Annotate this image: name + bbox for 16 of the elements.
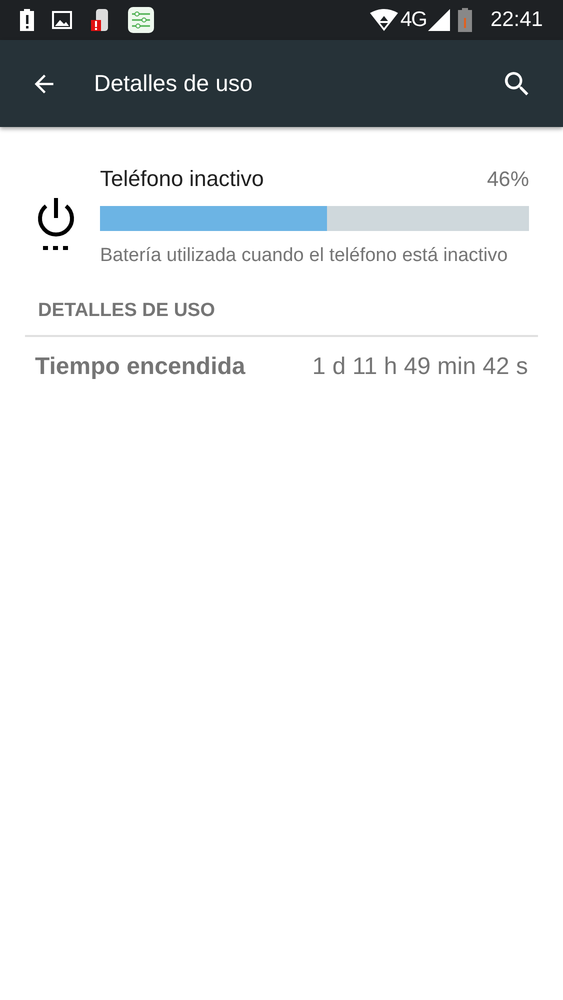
detail-value: 1 d 11 h 49 min 42 s xyxy=(312,352,528,382)
sliders-app-icon xyxy=(128,7,154,33)
battery-warning-icon xyxy=(90,8,110,32)
app-bar-title: Detalles de uso xyxy=(94,69,254,98)
signal-icon xyxy=(428,9,450,31)
alert-icon xyxy=(20,9,34,31)
battery-icon xyxy=(458,8,472,32)
wifi-icon xyxy=(370,9,398,31)
clock: 22:41 xyxy=(490,7,543,34)
usage-percent: 46% xyxy=(486,167,529,193)
image-icon xyxy=(52,11,72,29)
detail-label: Tiempo encendida xyxy=(35,352,246,382)
usage-title: Teléfono inactivo xyxy=(100,165,264,193)
section-header: DETALLES DE USO xyxy=(25,296,538,337)
usage-description: Batería utilizada cuando el teléfono está inactivo xyxy=(100,244,509,268)
network-type: 4G xyxy=(400,7,426,34)
